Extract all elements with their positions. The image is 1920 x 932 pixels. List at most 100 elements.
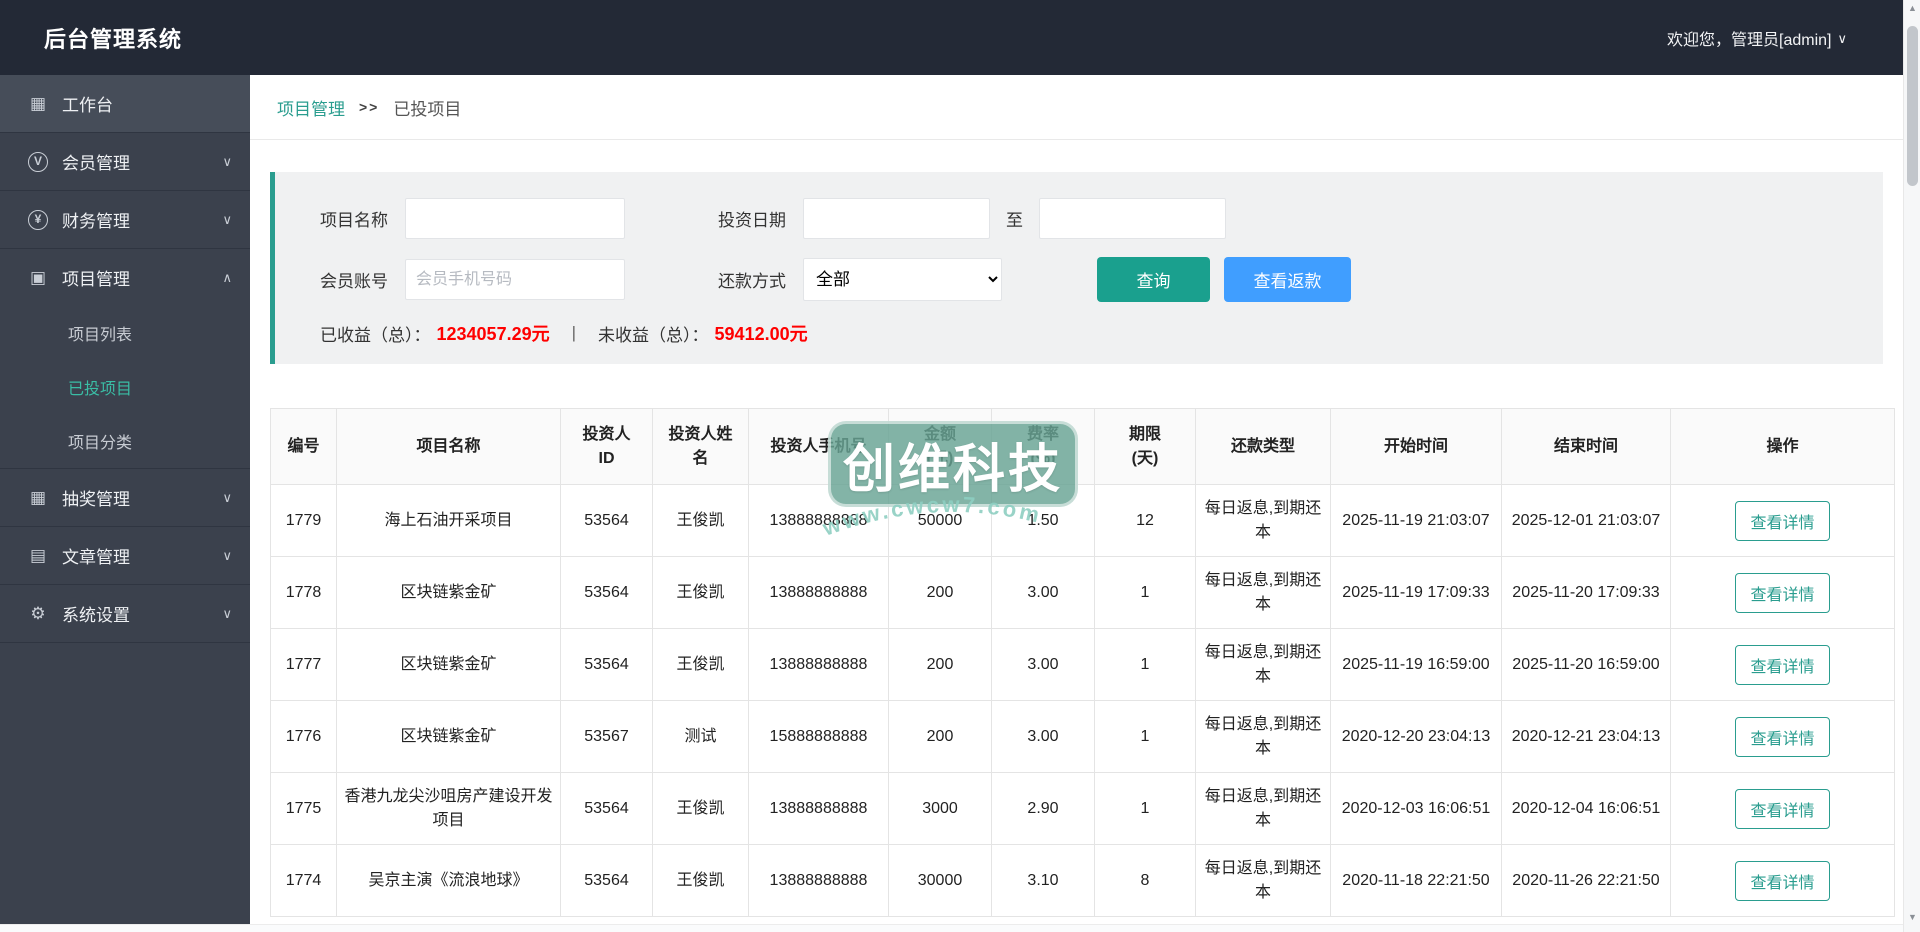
cell-phone: 13888888888: [748, 556, 889, 629]
breadcrumb-current: 已投项目: [393, 99, 462, 119]
sidebar-item-label: 系统设置: [62, 606, 130, 625]
filter-row-2: 会员账号 还款方式 全部 查询 查看返款: [320, 257, 1883, 302]
col-header-11: 操作: [1670, 408, 1895, 485]
cell-start: 2025-11-19 21:03:07: [1330, 484, 1502, 557]
col-header-10: 结束时间: [1501, 408, 1671, 485]
sidebar-item-6[interactable]: ⚙ 系统设置 ∨: [0, 585, 250, 642]
cell-start: 2020-12-20 23:04:13: [1330, 700, 1502, 773]
col-header-2: 投资人 ID: [560, 408, 653, 485]
repay-method-label: 还款方式: [718, 272, 786, 291]
cell-name: 吴京主演《流浪地球》: [336, 844, 561, 917]
cell-amount: 200: [888, 628, 992, 701]
col-header-3: 投资人姓 名: [652, 408, 749, 485]
invest-date-start-input[interactable]: [803, 198, 990, 239]
search-button[interactable]: 查询: [1097, 257, 1210, 302]
view-detail-button[interactable]: 查看详情: [1735, 500, 1830, 541]
sidebar-item-label: 项目管理: [62, 270, 130, 289]
table-row: 1776 区块链紫金矿 53567 测试 15888888888 200 3.00 1 每日返息…: [270, 700, 1895, 773]
article-icon: ▤: [29, 545, 47, 565]
cell-name: 海上石油开采项目: [336, 484, 561, 557]
sidebar-item-4[interactable]: ▦ 抽奖管理 ∨: [0, 469, 250, 526]
sidebar: ▦ 工作台 V 会员管理 ∨ ¥ 财务管理 ∨ ▣ 项目管理 ∧ 项目列表 已投项目 项目分类 ▦ 抽奖管理 ∨…: [0, 75, 250, 924]
cell-rate: 3.00: [991, 556, 1095, 629]
cell-investor_id: 53564: [560, 844, 653, 917]
cell-name: 区块链紫金矿: [336, 628, 561, 701]
content: 项目名称 投资日期 至 会员账号 还款方式 全部 查询: [250, 140, 1903, 917]
cell-repay_type: 每日返息,到期还本: [1195, 700, 1331, 773]
col-header-9: 开始时间: [1330, 408, 1502, 485]
sidebar-subitem-1[interactable]: 已投项目: [0, 360, 250, 414]
date-to-label: 至: [1006, 211, 1023, 230]
view-refund-button[interactable]: 查看返款: [1224, 257, 1351, 302]
cell-days: 12: [1094, 484, 1196, 557]
view-detail-button[interactable]: 查看详情: [1735, 716, 1830, 757]
member-account-label: 会员账号: [320, 272, 388, 291]
sidebar-item-5[interactable]: ▤ 文章管理 ∨: [0, 527, 250, 584]
cell-investor_name: 王俊凯: [652, 772, 749, 845]
sidebar-item-label: 文章管理: [62, 548, 130, 567]
cell-amount: 200: [888, 700, 992, 773]
received-label: 已收益（总）：: [320, 325, 431, 345]
sidebar-item-label: 会员管理: [62, 154, 130, 173]
scroll-down-icon[interactable]: ▼: [1904, 912, 1920, 922]
cell-rate: 1.50: [991, 484, 1095, 557]
cell-end: 2025-11-20 17:09:33: [1501, 556, 1671, 629]
sidebar-item-3[interactable]: ▣ 项目管理 ∧: [0, 249, 250, 306]
project-name-label: 项目名称: [320, 211, 388, 230]
cell-end: 2020-12-21 23:04:13: [1501, 700, 1671, 773]
cell-action: 查看详情: [1670, 772, 1895, 845]
scrollbar-thumb[interactable]: [1907, 26, 1918, 186]
cell-amount: 3000: [888, 772, 992, 845]
sidebar-item-1[interactable]: V 会员管理 ∨: [0, 133, 250, 190]
invest-date-end-input[interactable]: [1039, 198, 1226, 239]
app-title: 后台管理系统: [44, 26, 183, 52]
view-detail-button[interactable]: 查看详情: [1735, 860, 1830, 901]
scroll-up-icon[interactable]: ▲: [1904, 3, 1920, 13]
sidebar-subitem-2[interactable]: 项目分类: [0, 414, 250, 468]
cell-investor_id: 53564: [560, 772, 653, 845]
cell-rate: 2.90: [991, 772, 1095, 845]
view-detail-button[interactable]: 查看详情: [1735, 572, 1830, 613]
cell-rate: 3.00: [991, 700, 1095, 773]
sidebar-item-label: 工作台: [62, 96, 113, 115]
member-account-input[interactable]: [405, 259, 625, 300]
vertical-scrollbar[interactable]: ▲ ▼: [1903, 0, 1920, 932]
cell-phone: 13888888888: [748, 844, 889, 917]
col-header-1: 项目名称: [336, 408, 561, 485]
cell-days: 1: [1094, 772, 1196, 845]
cell-start: 2020-12-03 16:06:51: [1330, 772, 1502, 845]
cell-name: 香港九龙尖沙咀房产建设开发项目: [336, 772, 561, 845]
sidebar-menu: ▦ 工作台 V 会员管理 ∨ ¥ 财务管理 ∨ ▣ 项目管理 ∧ 项目列表 已投项目 项目分类 ▦ 抽奖管理 ∨…: [0, 75, 250, 643]
cell-phone: 15888888888: [748, 700, 889, 773]
view-detail-button[interactable]: 查看详情: [1735, 644, 1830, 685]
repay-method-select[interactable]: 全部: [803, 258, 1002, 301]
horizontal-scrollbar[interactable]: [0, 924, 1903, 932]
cell-name: 区块链紫金矿: [336, 700, 561, 773]
sidebar-item-0[interactable]: ▦ 工作台: [0, 75, 250, 132]
cell-end: 2020-12-04 16:06:51: [1501, 772, 1671, 845]
cell-amount: 200: [888, 556, 992, 629]
col-header-6: 费率 (%): [991, 408, 1095, 485]
lottery-icon: ▦: [29, 487, 47, 507]
chevron-down-icon: ∨: [222, 489, 232, 505]
member-icon: V: [28, 151, 48, 172]
project-name-input[interactable]: [405, 198, 625, 239]
cell-days: 1: [1094, 628, 1196, 701]
cell-end: 2020-11-26 22:21:50: [1501, 844, 1671, 917]
cell-start: 2025-11-19 16:59:00: [1330, 628, 1502, 701]
sidebar-subitem-0[interactable]: 项目列表: [0, 306, 250, 360]
cell-end: 2025-11-20 16:59:00: [1501, 628, 1671, 701]
cell-action: 查看详情: [1670, 700, 1895, 773]
dashboard-icon: ▦: [29, 93, 47, 113]
cell-investor_name: 王俊凯: [652, 844, 749, 917]
finance-icon: ¥: [28, 209, 48, 230]
settings-icon: ⚙: [30, 603, 46, 623]
cell-repay_type: 每日返息,到期还本: [1195, 556, 1331, 629]
sidebar-item-2[interactable]: ¥ 财务管理 ∨: [0, 191, 250, 248]
breadcrumb-parent[interactable]: 项目管理: [277, 95, 345, 120]
chevron-up-icon: ∧: [222, 269, 232, 285]
user-menu[interactable]: 欢迎您，管理员[admin] ∨: [1667, 26, 1847, 50]
project-icon: ▣: [29, 267, 47, 287]
cell-repay_type: 每日返息,到期还本: [1195, 772, 1331, 845]
view-detail-button[interactable]: 查看详情: [1735, 788, 1830, 829]
